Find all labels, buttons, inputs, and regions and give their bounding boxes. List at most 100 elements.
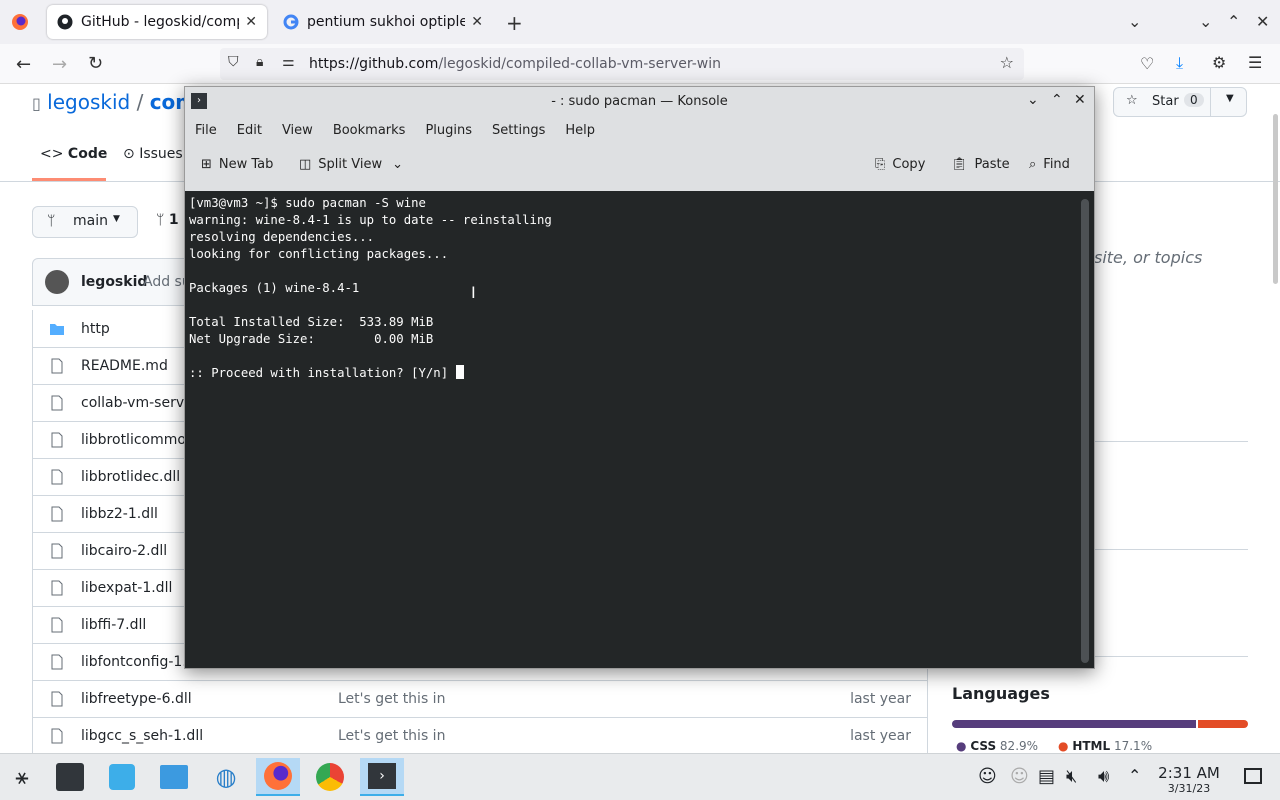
branches-count: 1 [168, 212, 179, 228]
bookmark-star-icon[interactable]: ☆ [1000, 53, 1014, 72]
user-icon[interactable]: ☺ [978, 766, 997, 787]
branch-select[interactable]: ᛘ main ▼ [32, 206, 138, 238]
user-switch-icon[interactable]: ☺ [1010, 766, 1029, 787]
discover-icon[interactable] [100, 758, 144, 796]
chevron-up-icon[interactable]: ⌃ [1128, 766, 1141, 785]
konsole-icon[interactable]: › [360, 758, 404, 796]
tab-title: pentium sukhoi optiplex - Google Search [307, 14, 466, 30]
browser-nav-bar: ← → ↻ ⛉ 🔒︎ ⚌ https://github.com/legoskid… [0, 44, 1280, 84]
language-name: HTML [1072, 739, 1111, 753]
split-view-icon: ◫ [299, 157, 312, 172]
konsole-toolbar: ⊞ New Tab ◫ Split View ⌄ ⎘ Copy 📋︎ Paste… [185, 145, 1094, 191]
tab-code[interactable]: <> Code [40, 146, 107, 162]
new-tab-button[interactable]: ⊞ New Tab [201, 157, 273, 172]
close-icon[interactable]: ✕ [471, 14, 483, 30]
menu-help[interactable]: Help [555, 123, 605, 138]
list-all-tabs-icon[interactable]: ⌄ [1128, 12, 1141, 31]
chevron-down-icon: ⌄ [392, 157, 404, 172]
menu-file[interactable]: File [185, 123, 227, 138]
menu-view[interactable]: View [272, 123, 323, 138]
firefox-icon[interactable] [256, 758, 300, 796]
file-icon [51, 691, 63, 707]
close-icon[interactable]: ✕ [245, 14, 257, 30]
new-tab-icon: ⊞ [201, 157, 212, 172]
menu-bookmarks[interactable]: Bookmarks [323, 123, 416, 138]
firefox-icon[interactable] [11, 13, 29, 31]
terminal-scrollbar[interactable] [1081, 199, 1089, 663]
find-label: Find [1043, 157, 1070, 172]
lock-icon[interactable]: 🔒︎ [256, 54, 263, 70]
show-desktop-icon[interactable] [1244, 768, 1262, 784]
star-label: Star [1152, 94, 1179, 109]
file-name[interactable]: libfreetype-6.dll [81, 691, 338, 707]
clipboard-icon[interactable]: ▤ [1038, 766, 1055, 787]
downloads-icon[interactable]: ⤓ [1176, 53, 1183, 73]
ibeam-cursor-icon: I [471, 283, 476, 302]
menu-plugins[interactable]: Plugins [415, 123, 482, 138]
file-name[interactable]: libgcc_s_seh-1.dll [81, 728, 338, 744]
url-bar[interactable]: ⛉ 🔒︎ ⚌ https://github.com/legoskid/compi… [220, 48, 1024, 80]
find-button[interactable]: ⌕ Find [1029, 157, 1070, 172]
extensions-icon[interactable]: ⚙ [1212, 53, 1226, 72]
commit-message[interactable]: Let's get this in [338, 691, 445, 707]
terminal-line: Total Installed Size: 533.89 MiB [189, 315, 434, 329]
notifications-muted-icon[interactable]: 🔇︎ [1066, 766, 1077, 787]
new-tab-icon[interactable]: + [506, 11, 523, 35]
konsole-app-icon[interactable]: › [191, 93, 207, 109]
repo-owner[interactable]: legoskid [47, 90, 130, 114]
terminal-line: looking for conflicting packages... [189, 247, 449, 261]
konsole-titlebar[interactable]: › - : sudo pacman — Konsole ⌄ ⌃ ✕ [185, 87, 1094, 115]
paste-button[interactable]: 📋︎ Paste [951, 157, 1010, 172]
file-manager-icon[interactable] [152, 758, 196, 796]
commit-message[interactable]: Let's get this in [338, 728, 445, 744]
app-launcher-icon[interactable]: ⚹ [0, 758, 44, 796]
google-icon [283, 14, 299, 30]
chevron-down-icon[interactable]: ▼ [1226, 93, 1234, 104]
url-text[interactable]: https://github.com/legoskid/compiled-col… [309, 56, 721, 72]
menu-settings[interactable]: Settings [482, 123, 555, 138]
copy-icon: ⎘ [875, 157, 886, 172]
star-icon: ☆ [1126, 93, 1138, 108]
tab-google-search[interactable]: pentium sukhoi optiplex - Google Search … [273, 5, 493, 39]
language-pct: 82.9% [999, 739, 1039, 753]
terminal[interactable]: [vm3@vm3 ~]$ sudo pacman -S wine warning:… [185, 191, 1094, 668]
close-window-icon[interactable]: ✕ [1256, 12, 1269, 31]
language-css[interactable]: ● CSS 82.9% [956, 739, 1038, 753]
maximize-icon[interactable]: ⌃ [1051, 92, 1063, 108]
page-scrollbar[interactable] [1273, 114, 1278, 284]
split-view-button[interactable]: ◫ Split View ⌄ [299, 157, 403, 172]
tab-issues[interactable]: ⊙ Issues [123, 146, 183, 162]
languages-title: Languages [952, 684, 1050, 703]
terminal-line: Packages (1) wine-8.4-1 [189, 281, 360, 295]
reload-icon[interactable]: ↻ [88, 53, 103, 74]
menu-icon[interactable]: ☰ [1248, 53, 1262, 72]
table-row[interactable]: libfreetype-6.dll Let's get this in last… [33, 680, 927, 717]
branches-link[interactable]: ᛘ 1 [156, 212, 179, 228]
commit-author[interactable]: legoskid [81, 274, 147, 290]
avatar[interactable] [45, 270, 69, 294]
table-row[interactable]: libgcc_s_seh-1.dll Let's get this in las… [33, 717, 927, 753]
menu-edit[interactable]: Edit [227, 123, 272, 138]
window-title: - : sudo pacman — Konsole [551, 93, 728, 109]
forward-icon[interactable]: → [52, 54, 67, 75]
star-button[interactable]: ☆ Star 0 ▼ [1113, 87, 1247, 117]
permissions-icon[interactable]: ⚌ [282, 54, 295, 70]
clock[interactable]: 2:31 AM 3/31/23 [1152, 764, 1226, 795]
copy-button[interactable]: ⎘ Copy [875, 157, 925, 172]
language-dot: ● [956, 739, 967, 753]
pocket-icon[interactable]: ♡ [1140, 54, 1154, 73]
minimize-icon[interactable]: ⌄ [1027, 92, 1039, 108]
tab-github[interactable]: GitHub - legoskid/compiled-collab-vm-ser… [47, 5, 267, 39]
close-icon[interactable]: ✕ [1074, 92, 1086, 108]
chrome-icon[interactable] [308, 758, 352, 796]
back-icon[interactable]: ← [16, 54, 31, 75]
language-pct: 17.1% [1113, 739, 1153, 753]
file-icon [51, 469, 63, 485]
language-html[interactable]: ● HTML 17.1% [1058, 739, 1152, 753]
system-settings-icon[interactable] [48, 758, 92, 796]
network-globe-icon[interactable]: ◍ [204, 758, 248, 796]
shield-icon[interactable]: ⛉ [228, 54, 239, 70]
volume-icon[interactable]: 🔊︎ [1098, 766, 1109, 787]
minimize-icon[interactable]: ⌄ [1199, 12, 1212, 31]
maximize-icon[interactable]: ⌃ [1227, 12, 1240, 31]
